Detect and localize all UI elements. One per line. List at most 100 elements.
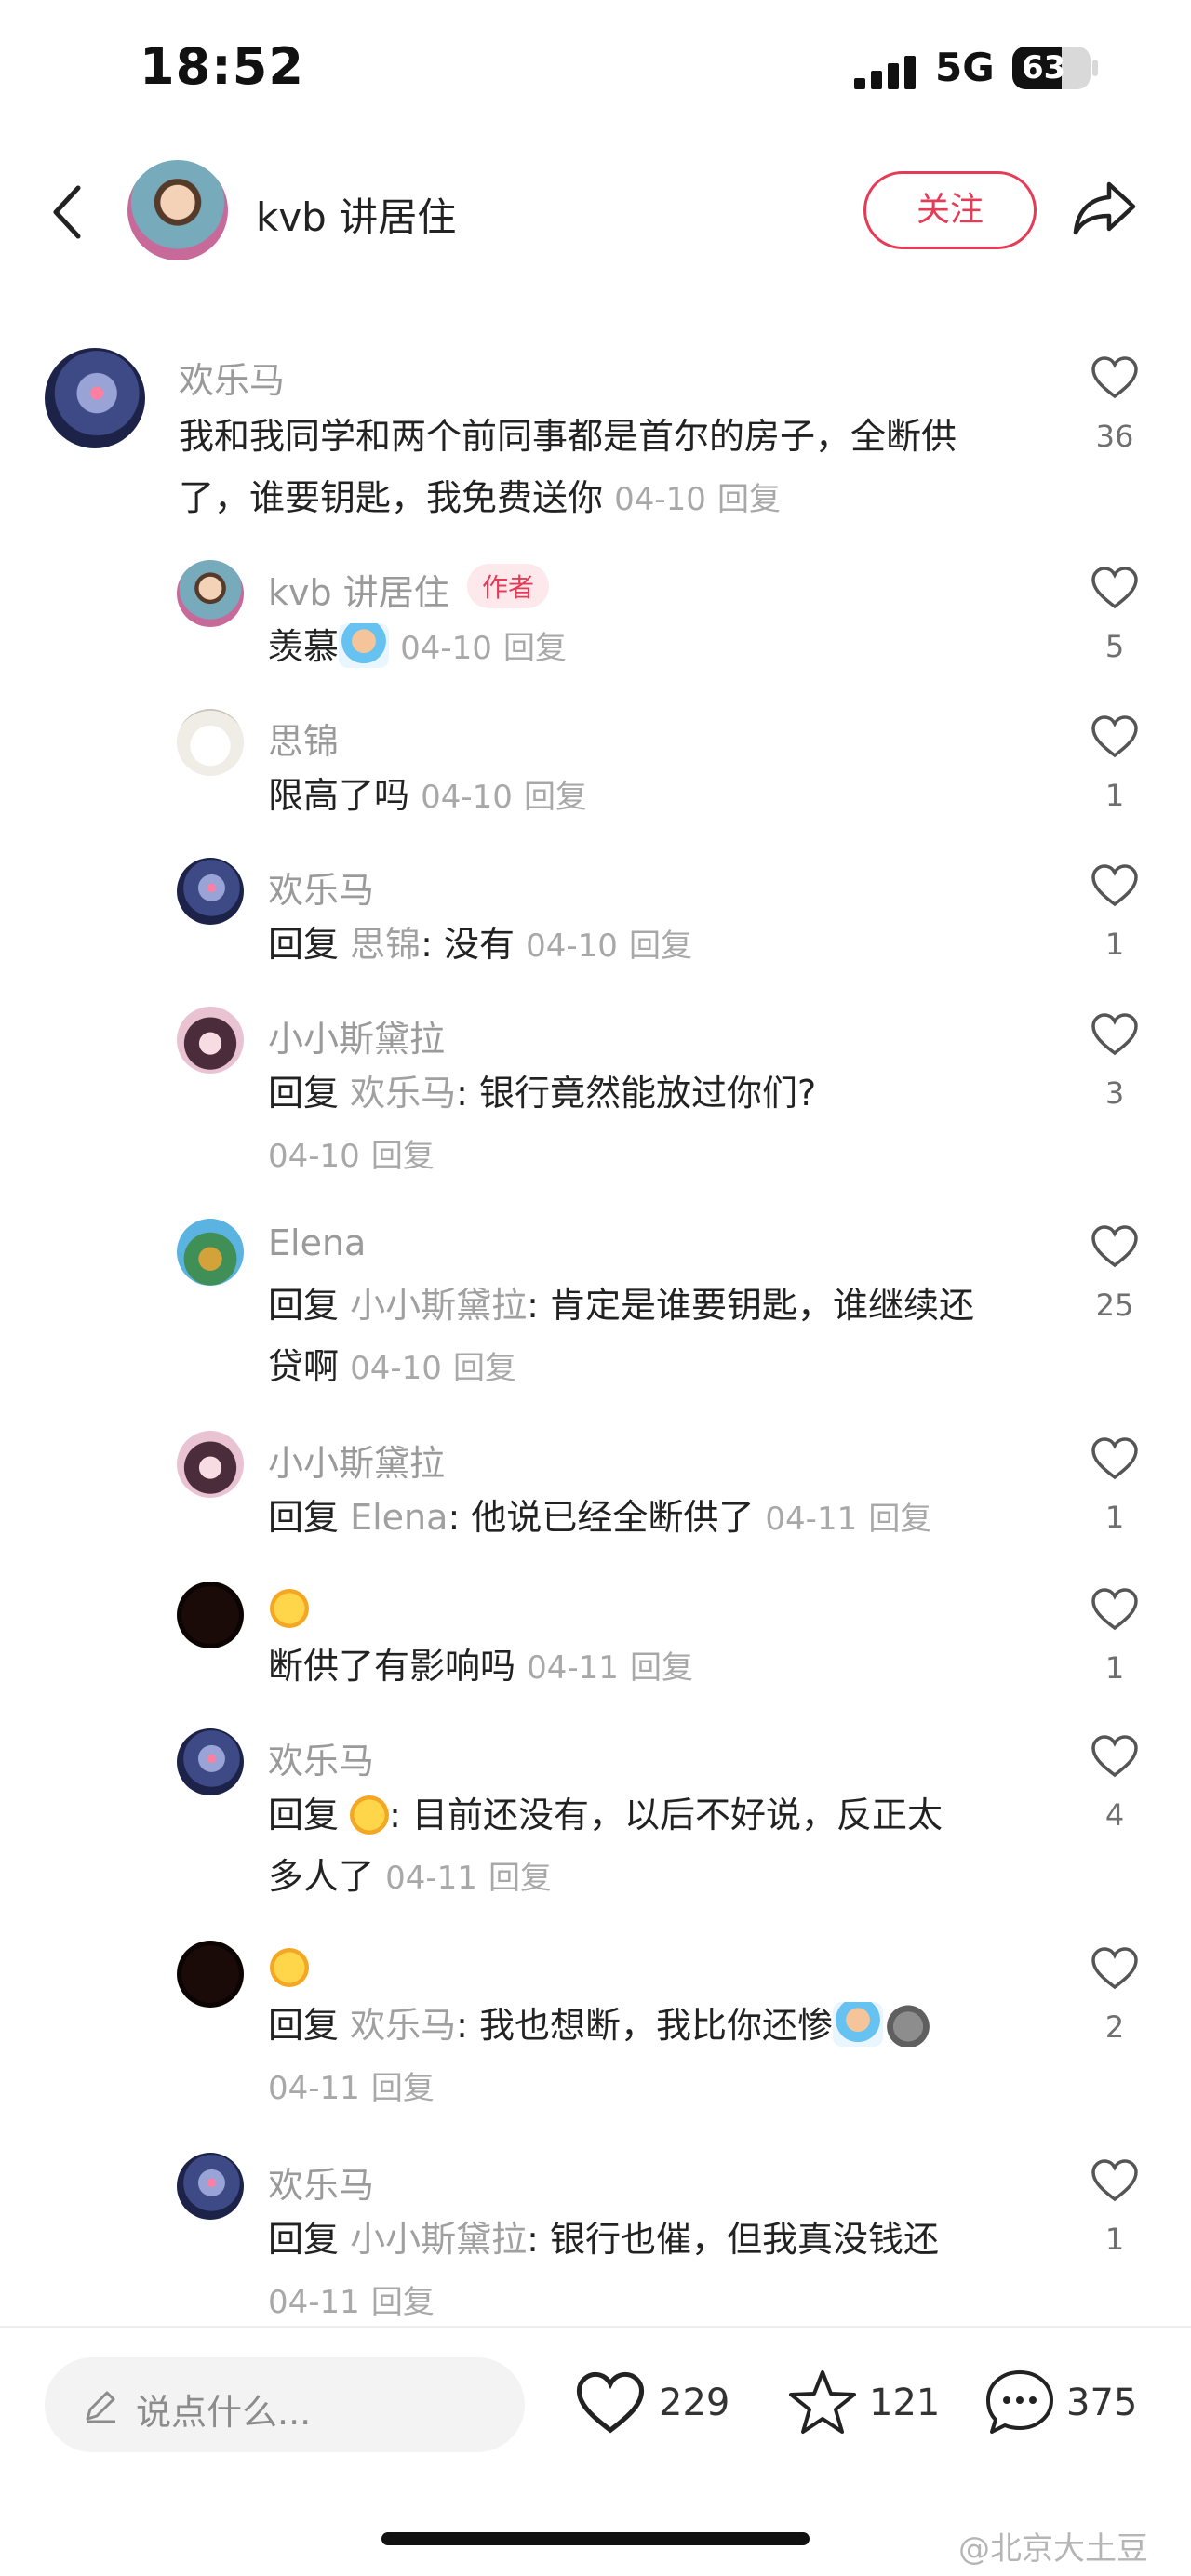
favorite-total: 121 xyxy=(869,2382,941,2424)
reply-to-user[interactable]: 小小斯黛拉 xyxy=(350,2219,527,2260)
reply-link[interactable]: 回复 xyxy=(868,1501,931,1538)
comment-text-line: : 目前还没有，以后不好说，反正太 xyxy=(389,1795,943,1835)
comment-author[interactable]: 欢乐马 xyxy=(179,352,285,403)
comment-text: 我和我同学和两个前同事都是首尔的房子，全断供 了，谁要钥匙，我免费送你 04-1… xyxy=(179,406,957,530)
reply-link[interactable]: 回复 xyxy=(453,1350,516,1387)
reply-link[interactable]: 回复 xyxy=(503,630,567,667)
reply-to-user[interactable]: Elena xyxy=(350,1497,448,1538)
avatar[interactable] xyxy=(45,348,145,448)
follow-button[interactable]: 关注 xyxy=(863,171,1037,249)
like-count: 25 xyxy=(1095,1288,1134,1323)
comment-author[interactable]: 欢乐马 xyxy=(268,1732,374,1783)
comment-text-line: 贷啊 xyxy=(268,1346,340,1387)
comment-text: 羡慕 04-10 回复 xyxy=(268,616,567,679)
comment-date: 04-10 xyxy=(526,928,618,965)
avatar[interactable] xyxy=(177,2153,244,2220)
reply-link[interactable]: 回复 xyxy=(630,1649,693,1687)
share-icon[interactable] xyxy=(1072,179,1137,238)
comment-text: 回复 小小斯黛拉: 肯定是谁要钥匙，谁继续还 贷啊 04-10 回复 xyxy=(268,1275,974,1399)
author-name[interactable]: kvb 讲居住 xyxy=(256,186,456,243)
heart-icon[interactable] xyxy=(1091,2158,1139,2203)
avatar[interactable] xyxy=(177,1431,244,1498)
reply-prefix: 回复 xyxy=(268,924,340,965)
heart-icon[interactable] xyxy=(1091,1587,1139,1632)
sun-emoji-username-icon[interactable] xyxy=(350,1795,390,1835)
heart-icon[interactable] xyxy=(1091,1224,1139,1269)
like-total: 229 xyxy=(659,2382,730,2424)
avatar[interactable] xyxy=(177,1219,244,1286)
comment-author[interactable]: kvb 讲居住 xyxy=(268,564,449,615)
network-type: 5G xyxy=(935,45,995,90)
comment-input-placeholder[interactable]: 说点什么... xyxy=(136,2383,311,2435)
comment-author[interactable]: 思锦 xyxy=(268,713,339,764)
comment-date: 04-11 xyxy=(765,1501,858,1538)
avatar[interactable] xyxy=(177,1007,244,1074)
avatar[interactable] xyxy=(177,560,244,627)
like-count: 4 xyxy=(1104,1797,1125,1833)
comment-text-line: : 银行竟然能放过你们? xyxy=(456,1073,817,1114)
comment-date: 04-10 xyxy=(421,779,513,816)
comment-text-line: 多人了 xyxy=(268,1856,375,1897)
comment-date: 04-10 xyxy=(350,1350,442,1387)
like-count: 1 xyxy=(1104,778,1125,813)
reply-to-user[interactable]: 欢乐马 xyxy=(350,1073,456,1114)
battery-icon: 63 xyxy=(1012,47,1091,89)
heart-icon[interactable] xyxy=(1091,566,1139,610)
comment-author[interactable]: 欢乐马 xyxy=(268,861,374,913)
comment-date: 04-10 xyxy=(400,630,492,667)
reply-to-user[interactable]: 欢乐马 xyxy=(350,2005,456,2046)
reply-prefix: 回复 xyxy=(268,1073,340,1114)
heart-icon[interactable] xyxy=(1091,355,1139,400)
avatar[interactable] xyxy=(177,1582,244,1648)
reply-link[interactable]: 回复 xyxy=(488,1860,552,1897)
heart-icon[interactable] xyxy=(1091,1436,1139,1481)
comment-author[interactable]: 小小斯黛拉 xyxy=(268,1010,445,1061)
avatar[interactable] xyxy=(177,1941,244,2008)
reply-link[interactable]: 回复 xyxy=(371,2284,435,2321)
comment-author[interactable]: 欢乐马 xyxy=(268,2156,374,2208)
reply-link[interactable]: 回复 xyxy=(717,481,781,518)
comment-text-line: : 没有 xyxy=(421,924,515,965)
like-count: 1 xyxy=(1104,2222,1125,2257)
back-icon[interactable] xyxy=(48,182,86,242)
reply-link[interactable]: 回复 xyxy=(629,928,692,965)
avatar[interactable] xyxy=(177,709,244,776)
home-indicator[interactable] xyxy=(381,2532,810,2545)
crying-emoji-icon xyxy=(339,623,390,668)
like-count: 36 xyxy=(1095,419,1134,454)
avatar[interactable] xyxy=(177,1728,244,1795)
reply-link[interactable]: 回复 xyxy=(371,1138,435,1175)
comment-text: 回复 思锦: 没有 04-10 回复 xyxy=(268,914,692,977)
chat-icon[interactable] xyxy=(984,2369,1055,2437)
author-avatar[interactable] xyxy=(127,160,228,260)
reply-to-user[interactable]: 小小斯黛拉 xyxy=(350,1285,527,1326)
reply-link[interactable]: 回复 xyxy=(524,779,587,816)
sun-emoji-username-icon[interactable] xyxy=(270,1589,309,1628)
heart-icon[interactable] xyxy=(1091,863,1139,908)
heart-icon[interactable] xyxy=(1091,1734,1139,1779)
comment-text: 回复 : 目前还没有，以后不好说，反正太 多人了 04-11 回复 xyxy=(268,1784,943,1909)
heart-icon[interactable] xyxy=(575,2370,646,2436)
like-count: 3 xyxy=(1104,1075,1125,1111)
comment-text-line: 限高了吗 xyxy=(268,775,410,816)
star-icon[interactable] xyxy=(787,2369,858,2436)
signal-icon xyxy=(854,56,916,89)
heart-icon[interactable] xyxy=(1091,1946,1139,1991)
avatar[interactable] xyxy=(177,858,244,925)
heart-icon[interactable] xyxy=(1091,714,1139,759)
reply-to-user[interactable]: 思锦 xyxy=(350,924,421,965)
like-count: 1 xyxy=(1104,1500,1125,1535)
reply-prefix: 回复 xyxy=(268,2219,340,2260)
comment-date: 04-10 xyxy=(268,1138,360,1175)
reply-prefix: 回复 xyxy=(268,2005,340,2046)
heart-icon[interactable] xyxy=(1091,1012,1139,1057)
like-count: 1 xyxy=(1104,927,1125,962)
comment-text-line: : 他说已经全断供了 xyxy=(448,1497,755,1538)
comment-text: 回复 小小斯黛拉: 银行也催，但我真没钱还 04-11 回复 xyxy=(268,2209,1059,2333)
comment-text-line: 我和我同学和两个前同事都是首尔的房子，全断供 xyxy=(179,416,957,457)
comment-author[interactable]: Elena xyxy=(268,1222,366,1263)
comment-total: 375 xyxy=(1066,2382,1138,2424)
comment-author[interactable]: 小小斯黛拉 xyxy=(268,1435,445,1486)
reply-link[interactable]: 回复 xyxy=(371,2070,435,2107)
sun-emoji-username-icon[interactable] xyxy=(270,1948,309,1987)
